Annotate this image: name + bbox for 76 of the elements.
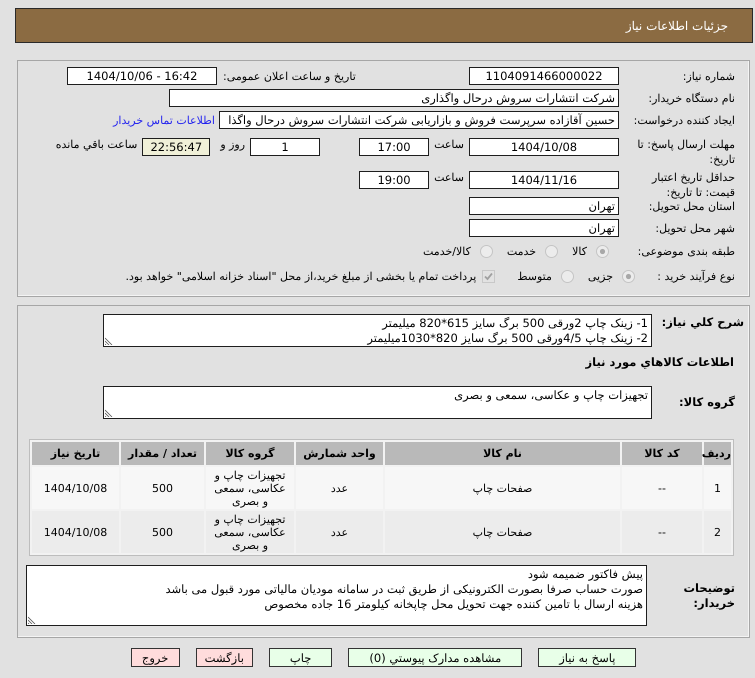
days-field[interactable]: 1 <box>250 138 320 156</box>
field-label: مهلت ارسال پاسخ: تا تاریخ: <box>636 137 735 167</box>
section-title: اطلاعات کالاهاي مورد نیاز <box>584 355 735 370</box>
remaining-label: ساعت باقي مانده <box>56 138 138 151</box>
announcement-date-field[interactable]: 1404/10/06 - 16:42 <box>67 67 217 85</box>
field-label: استان محل تحویل: <box>648 199 735 214</box>
need-description-field[interactable]: 1- زینک چاپ 2ورقی 500 برگ سایز 615*820 میلیمتر 2- زینک چاپ 4/5ورقی 500 برگ سایز 820*1030میلیمتر <box>103 314 652 347</box>
buyer-contact-link[interactable]: اطلاعات تماس خریدار <box>113 114 215 126</box>
table-cell: 2 <box>704 511 731 553</box>
resize-grip-icon[interactable] <box>105 409 113 417</box>
time-label: ساعت <box>434 138 464 151</box>
field-label: شهر محل تحویل: <box>654 220 735 236</box>
buyer-org-field[interactable]: شرکت انتشارات سروش درحال واگذاری <box>169 89 619 107</box>
table-cell: عدد <box>296 467 383 509</box>
column-header: واحد شمارش <box>296 442 383 465</box>
radio-label: کالا/خدمت <box>423 245 471 258</box>
table-cell: 1404/10/08 <box>32 467 119 509</box>
requester-field[interactable]: حسین آقازاده سرپرست فروش و بازاریابی شرکت انتشارات سروش درحال واگذا <box>219 111 619 129</box>
field-label: طبقه بندی موضوعی: <box>636 244 735 259</box>
page-title: جزئیات اطلاعات نیاز <box>626 18 728 32</box>
table-cell: تجهیزات چاپ و عکاسی، سمعی و بصری <box>206 467 294 509</box>
table-cell: عدد <box>296 511 383 553</box>
table-cell: 1404/10/08 <box>32 511 119 553</box>
deadline-date-field[interactable]: 1404/10/08 <box>469 138 619 156</box>
radio-button[interactable] <box>560 270 574 283</box>
field-label: نوع فرآیند خرید : <box>656 269 735 284</box>
field-label: حداقل تاریخ اعتبار قیمت: تا تاریخ: <box>650 170 735 200</box>
goods-group-field[interactable]: تجهیزات چاپ و عکاسی، سمعی و بصری <box>103 386 652 419</box>
table-cell: 500 <box>121 467 204 509</box>
column-header: کد کالا <box>622 442 702 465</box>
attachments-button[interactable]: مشاهده مدارک پیوستي (0) <box>348 648 522 667</box>
table-cell: تجهیزات چاپ و عکاسی، سمعی و بصری <box>206 511 294 553</box>
field-label: شماره نیاز: <box>682 68 735 84</box>
resize-grip-icon[interactable] <box>28 616 36 624</box>
field-label: ایجاد کننده درخواست: <box>632 112 735 128</box>
province-field[interactable]: تهران <box>469 197 619 215</box>
column-header: گروه کالا <box>206 442 294 465</box>
radio-button[interactable] <box>596 245 609 258</box>
table-cell: -- <box>622 511 702 553</box>
table-cell: صفحات چاپ <box>385 511 620 553</box>
validity-date-field[interactable]: 1404/11/16 <box>469 171 619 189</box>
radio-button[interactable] <box>545 245 558 258</box>
validity-time-field[interactable]: 19:00 <box>359 171 430 189</box>
exit-button[interactable]: خروج <box>130 648 180 667</box>
field-label: گروه کالا: <box>678 395 735 410</box>
column-header: نام کالا <box>385 442 620 465</box>
field-label: شرح کلي نیاز: <box>660 314 744 330</box>
field-label: تاریخ و ساعت اعلان عمومی: <box>223 70 356 82</box>
table-cell: 500 <box>121 511 204 553</box>
radio-button[interactable] <box>622 270 635 283</box>
column-header: تعداد / مقدار <box>121 442 204 465</box>
print-button[interactable]: چاپ <box>268 648 332 667</box>
remaining-time-field[interactable]: 22:56:47 <box>142 138 210 156</box>
checkbox-label: پرداخت تمام یا بخشی از مبلغ خرید،از محل "اسناد خزانه اسلامی" خواهد بود. <box>126 270 476 283</box>
need-number-field[interactable]: 1104091466000022 <box>469 67 619 85</box>
deadline-time-field[interactable]: 17:00 <box>359 138 430 156</box>
field-label: نام دستگاه خریدار: <box>647 90 735 106</box>
checkbox[interactable] <box>482 270 496 283</box>
field-label: توضیحات خریدار: <box>682 580 735 610</box>
radio-label: خدمت <box>506 245 536 258</box>
resize-grip-icon[interactable] <box>105 337 113 345</box>
column-header: تاریخ نیاز <box>32 442 119 465</box>
table-cell: 1 <box>704 467 731 509</box>
back-button[interactable]: بازگشت <box>196 648 253 667</box>
radio-label: جزیی <box>588 270 613 283</box>
city-field[interactable]: تهران <box>469 219 619 237</box>
radio-label: کالا <box>572 245 587 258</box>
time-label: ساعت <box>434 171 464 184</box>
buyer-notes-field[interactable]: پیش فاکتور ضمیمه شود صورت حساب صرفا بصورت الکترونیکی از طریق ثبت در سامانه مودیان مالیاتی مورد قبول می باشد هزینه ارسال با تامین کننده جهت تحویل محل چاپخانه کیلومتر 16 جاده مخصوص <box>26 565 647 626</box>
days-label: روز و <box>220 138 246 151</box>
table-cell: صفحات چاپ <box>385 467 620 509</box>
column-header: ردیف <box>704 442 731 465</box>
table-cell: -- <box>622 467 702 509</box>
reply-button[interactable]: پاسخ به نیاز <box>538 648 636 667</box>
radio-button[interactable] <box>480 245 493 258</box>
radio-label: متوسط <box>517 270 552 283</box>
